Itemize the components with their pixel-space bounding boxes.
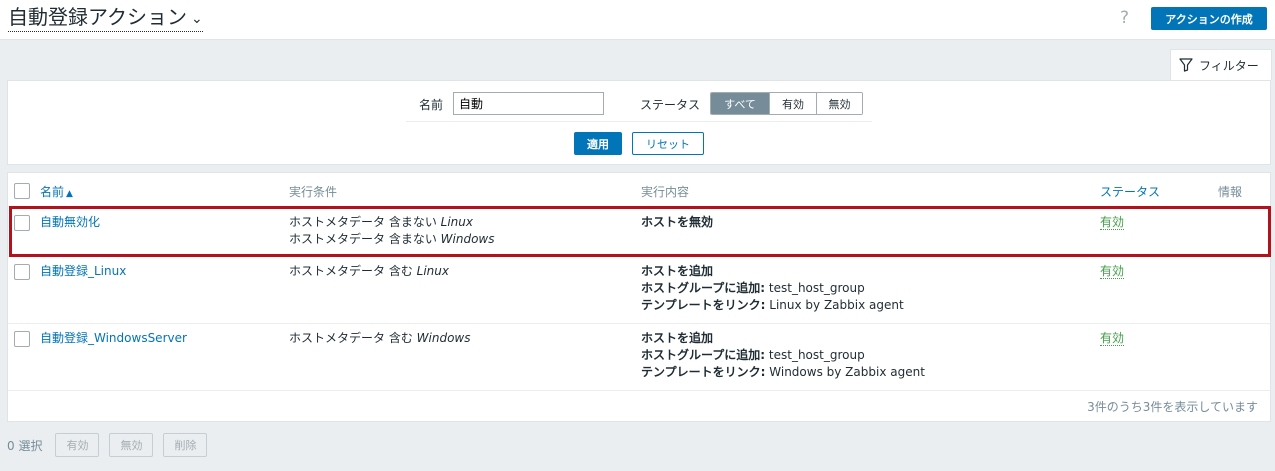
apply-button[interactable]: 適用 [574,132,622,155]
status-cell: 有効 [1100,263,1125,280]
column-header-status[interactable]: ステータス [1100,183,1160,200]
select-all-checkbox[interactable] [14,183,30,199]
mass-delete-button[interactable]: 削除 [163,433,208,457]
status-option-disabled[interactable]: 無効 [816,93,862,114]
column-header-conditions: 実行条件 [289,185,338,199]
operations-cell: ホストを無効 [641,214,713,231]
create-action-button[interactable]: アクションの作成 [1151,7,1267,30]
selected-count: 0 選択 [7,438,43,453]
status-toggle-link[interactable]: 有効 [1100,264,1125,279]
operation-line: テンプレートをリンク: Windows by Zabbix agent [641,365,925,379]
column-header-info: 情報 [1218,185,1243,199]
operations-cell: ホストを追加 ホストグループに追加: test_host_group テンプレー… [641,330,925,381]
filter-panel: 名前 ステータス すべて 有効 無効 適用 リセット [7,80,1271,165]
table-row: 自動登録_WindowsServer ホストメタデータ 含む Windows ホ… [8,323,1270,390]
condition-line: ホストメタデータ 含む Linux [289,264,449,278]
mass-disable-button[interactable]: 無効 [109,433,154,457]
condition-line: ホストメタデータ 含む Windows [289,331,471,345]
operations-cell: ホストを追加 ホストグループに追加: test_host_group テンプレー… [641,263,904,314]
page-title: 自動登録アクション [8,5,187,29]
filter-icon [1179,58,1193,72]
status-cell: 有効 [1100,214,1125,231]
status-option-all[interactable]: すべて [711,93,769,114]
filter-divider [406,121,872,122]
help-icon[interactable]: ? [1120,8,1129,28]
condition-line: ホストメタデータ 含まない Linux [289,215,473,229]
status-toggle-link[interactable]: 有効 [1100,215,1125,230]
operation-line: ホストを無効 [641,215,714,229]
row-checkbox[interactable] [14,331,30,347]
operation-line: テンプレートをリンク: Linux by Zabbix agent [641,298,904,312]
operation-line: ホストグループに追加: test_host_group [641,348,865,362]
page-header: 自動登録アクション ⌄ ? アクションの作成 [0,0,1275,40]
status-toggle-link[interactable]: 有効 [1100,331,1125,346]
table-row: 自動登録_Linux ホストメタデータ 含む Linux ホストを追加 ホストグ… [8,256,1270,323]
mass-action-bar: 0 選択 有効 無効 削除 [7,433,217,457]
status-option-enabled[interactable]: 有効 [769,93,816,114]
status-cell: 有効 [1100,330,1125,347]
status-filter-segmented: すべて 有効 無効 [710,92,863,115]
name-filter-input[interactable] [453,92,604,115]
table-record-count: 3件のうち3件を表示しています [1087,400,1258,414]
conditions-cell: ホストメタデータ 含まない Linux ホストメタデータ 含まない Window… [289,214,494,248]
conditions-cell: ホストメタデータ 含む Linux [289,263,449,280]
mass-enable-button[interactable]: 有効 [55,433,100,457]
tab-filter[interactable]: フィルター [1170,49,1272,80]
condition-line: ホストメタデータ 含まない Windows [289,232,495,246]
status-filter-label: ステータス [640,98,701,112]
operation-line: ホストグループに追加: test_host_group [641,281,865,295]
sort-ascending-icon: ▲ [66,189,73,199]
action-name-link[interactable]: 自動登録_WindowsServer [40,330,187,347]
operation-line: ホストを追加 [641,264,714,278]
column-header-operations: 実行内容 [641,185,690,199]
action-name-link[interactable]: 自動無効化 [40,214,100,231]
actions-table: 名前 ▲ 実行条件 実行内容 ステータス 情報 自動無効化 ホストメタデータ 含ま… [7,172,1271,422]
operation-line: ホストを追加 [641,331,714,345]
table-row: 自動無効化 ホストメタデータ 含まない Linux ホストメタデータ 含まない … [8,206,1270,256]
conditions-cell: ホストメタデータ 含む Windows [289,330,470,347]
name-filter-label: 名前 [419,98,444,112]
action-name-link[interactable]: 自動登録_Linux [40,263,126,280]
reset-button[interactable]: リセット [632,132,704,155]
page-title-dropdown[interactable]: 自動登録アクション ⌄ [8,5,203,32]
filter-tab-label: フィルター [1199,58,1259,73]
row-checkbox[interactable] [14,215,30,231]
table-divider [8,390,1270,391]
row-checkbox[interactable] [14,264,30,280]
column-header-name[interactable]: 名前 ▲ [40,183,73,200]
chevron-down-icon: ⌄ [191,10,203,27]
